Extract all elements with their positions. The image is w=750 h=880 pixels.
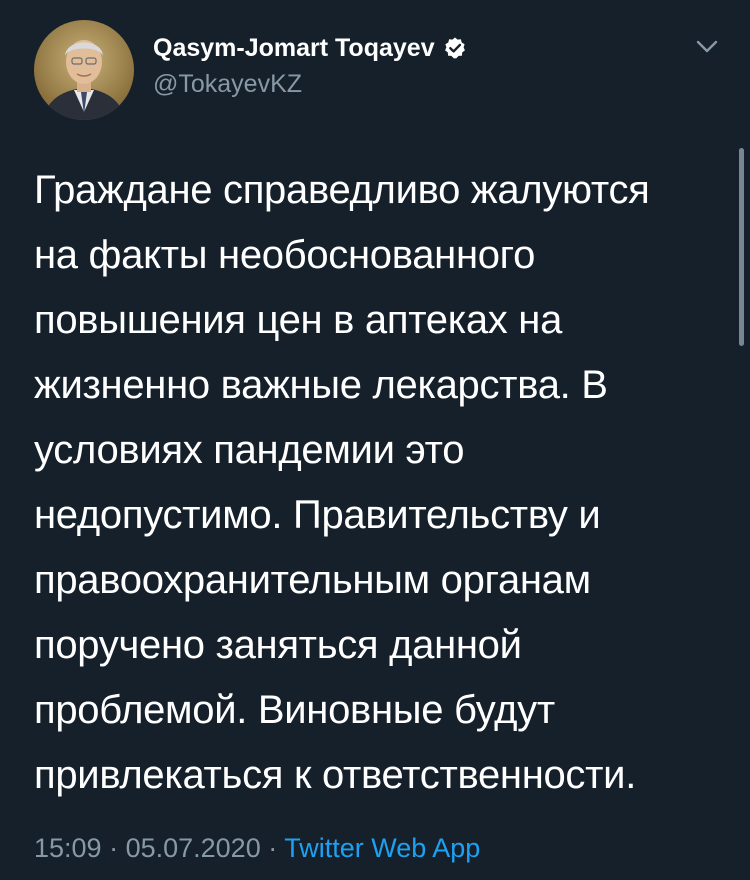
tweet-detail: Qasym-Jomart Toqayev @TokayevKZ Граждане…: [0, 0, 750, 880]
author-display-name[interactable]: Qasym-Jomart Toqayev: [153, 32, 435, 64]
tweet-date[interactable]: 05.07.2020: [126, 833, 261, 863]
tweet-text: Граждане справедливо жалуются на факты н…: [34, 168, 650, 797]
tweet-source-link[interactable]: Twitter Web App: [284, 833, 480, 863]
tweet-meta: 15:09 · 05.07.2020 · Twitter Web App: [34, 828, 480, 868]
scrollbar[interactable]: [739, 148, 744, 346]
author-block: Qasym-Jomart Toqayev @TokayevKZ: [153, 32, 467, 100]
meta-separator: ·: [260, 833, 285, 863]
chevron-down-icon[interactable]: [690, 30, 724, 64]
author-handle[interactable]: @TokayevKZ: [153, 68, 467, 100]
verified-badge-icon: [443, 36, 467, 60]
meta-separator: ·: [101, 833, 126, 863]
tweet-time[interactable]: 15:09: [34, 833, 102, 863]
avatar[interactable]: [34, 20, 134, 120]
author-name-row: Qasym-Jomart Toqayev: [153, 32, 467, 64]
